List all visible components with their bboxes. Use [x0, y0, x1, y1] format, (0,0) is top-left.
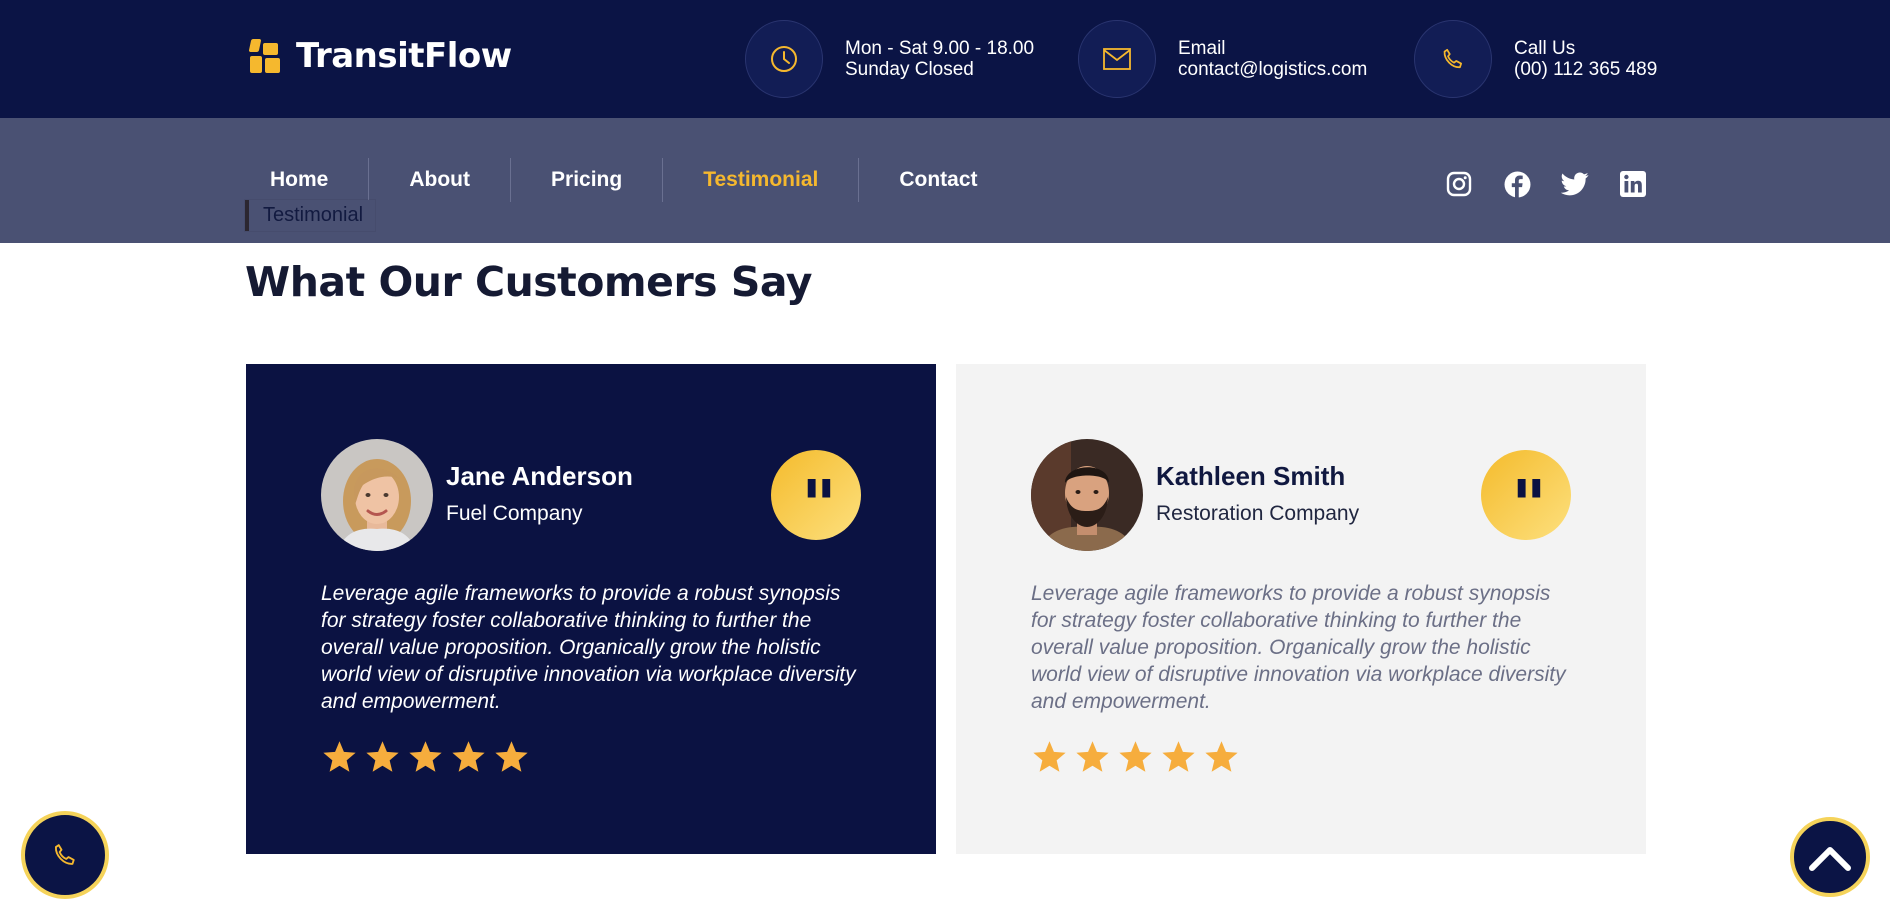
- star-icon: [1076, 741, 1109, 772]
- email-info: Email contact@logistics.com: [1078, 20, 1367, 98]
- section-title: What Our Customers Say: [245, 258, 813, 306]
- phone-icon: [54, 844, 75, 865]
- testimonial-quote: Leverage agile frameworks to provide a r…: [1031, 582, 1566, 713]
- nav-item-contact[interactable]: Contact: [859, 158, 1017, 202]
- hours-info: Mon - Sat 9.00 - 18.00 Sunday Closed: [745, 20, 1034, 98]
- nav-item-about[interactable]: About: [369, 158, 512, 202]
- star-icon: [1033, 741, 1066, 772]
- phone-number[interactable]: (00) 112 365 489: [1514, 59, 1657, 80]
- clock-icon: [745, 20, 823, 98]
- email-address[interactable]: contact@logistics.com: [1178, 59, 1367, 80]
- testimonial-card: Kathleen Smith Restoration Company " Lev…: [956, 364, 1646, 854]
- phone-label: Call Us: [1514, 38, 1576, 59]
- star-icon: [1119, 741, 1152, 772]
- hours-line-2: Sunday Closed: [845, 59, 974, 80]
- nav-item-home[interactable]: Home: [246, 158, 370, 202]
- phone-icon: [1414, 20, 1492, 98]
- social-links: [1445, 170, 1647, 198]
- logo[interactable]: TransitFlow: [248, 36, 512, 76]
- star-icon: [1162, 741, 1195, 772]
- nav-item-pricing[interactable]: Pricing: [511, 158, 664, 202]
- testimonial-card: Jane Anderson Fuel Company " Leverage ag…: [246, 364, 936, 854]
- star-icon: [409, 741, 442, 772]
- star-icon: [366, 741, 399, 772]
- phone-info: Call Us (00) 112 365 489: [1414, 20, 1657, 98]
- customer-name: Jane Anderson: [446, 461, 633, 491]
- star-icon: [495, 741, 528, 772]
- star-rating: [321, 740, 530, 775]
- instagram-icon[interactable]: [1445, 170, 1473, 198]
- avatar: [321, 439, 433, 551]
- email-label: Email: [1178, 38, 1226, 59]
- avatar: [1031, 439, 1143, 551]
- scroll-to-top-button[interactable]: [1790, 817, 1870, 897]
- customer-company: Fuel Company: [446, 502, 583, 525]
- nav-item-testimonial[interactable]: Testimonial: [663, 158, 860, 202]
- star-icon: [323, 741, 356, 772]
- star-icon: [452, 741, 485, 772]
- envelope-icon: [1078, 20, 1156, 98]
- main-nav: Home About Pricing Testimonial Contact: [246, 158, 1018, 202]
- customer-company: Restoration Company: [1156, 502, 1360, 525]
- linkedin-icon[interactable]: [1619, 170, 1647, 198]
- floating-call-button[interactable]: [21, 811, 109, 899]
- brand-name: TransitFlow: [296, 36, 512, 76]
- nav-tooltip: Testimonial: [245, 200, 376, 231]
- quote-icon: ": [1481, 450, 1571, 540]
- hours-line-1: Mon - Sat 9.00 - 18.00: [845, 38, 1035, 59]
- star-icon: [1205, 741, 1238, 772]
- twitter-icon[interactable]: [1561, 170, 1589, 198]
- star-rating: [1031, 740, 1240, 775]
- chevron-up-icon: [1809, 847, 1851, 871]
- customer-name: Kathleen Smith: [1156, 461, 1346, 491]
- quote-icon: ": [771, 450, 861, 540]
- logo-icon: [248, 39, 286, 73]
- testimonial-quote: Leverage agile frameworks to provide a r…: [321, 582, 856, 713]
- top-bar: TransitFlow Mon - Sat 9.00 - 18.00 Sunda…: [0, 0, 1890, 118]
- facebook-icon[interactable]: [1503, 170, 1531, 198]
